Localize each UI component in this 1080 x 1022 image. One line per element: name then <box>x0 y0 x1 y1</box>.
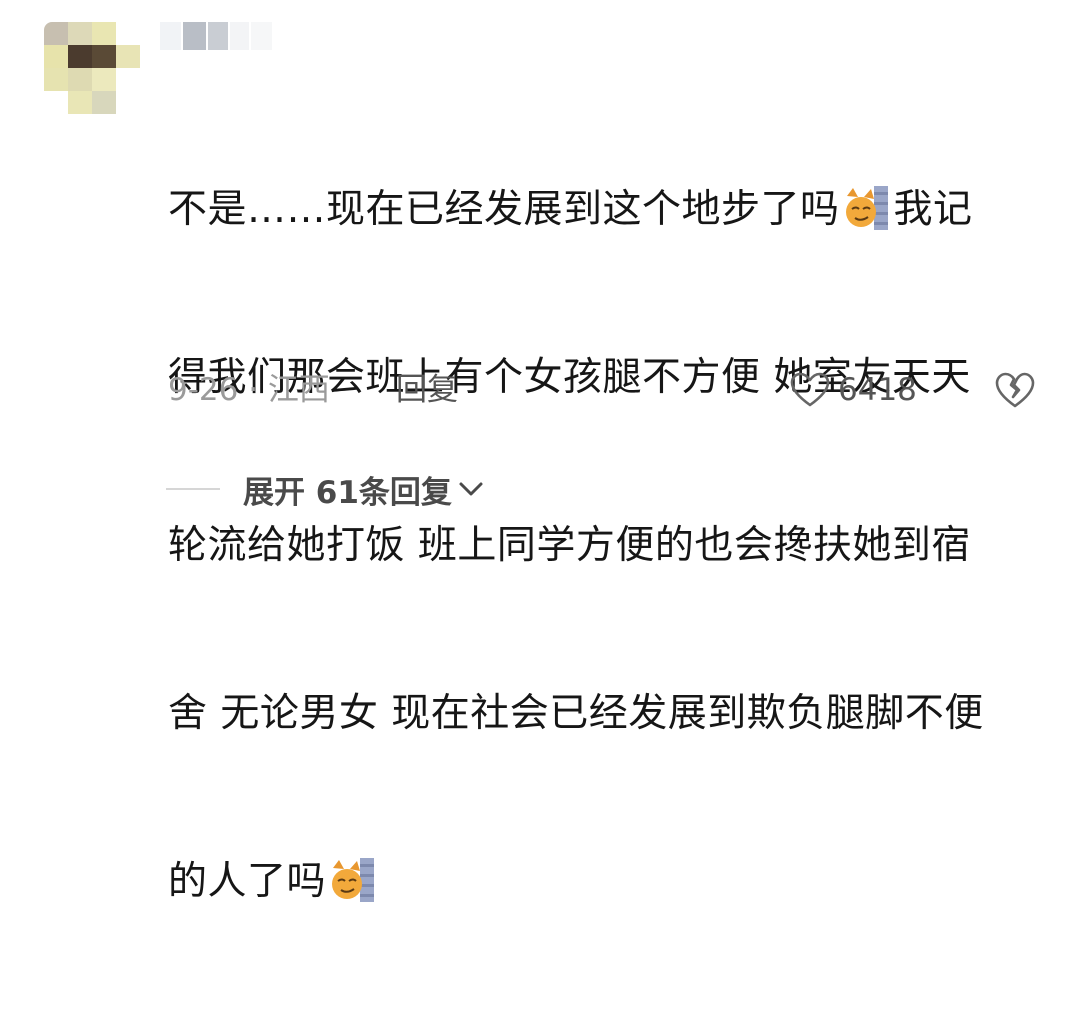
avatar[interactable] <box>44 22 140 114</box>
like-count: 6418 <box>838 372 917 408</box>
comment-line: 轮流给她打饭 班上同学方便的也会搀扶她到宿 <box>168 518 1048 574</box>
dislike-button[interactable] <box>993 366 1037 414</box>
reply-button[interactable]: 回复 <box>396 368 458 412</box>
comment-line-text: 不是……现在已经发展到这个地步了吗 <box>168 187 840 232</box>
comment-line-text: 的人了吗 <box>168 859 327 904</box>
username-blurred[interactable] <box>160 20 273 52</box>
comment-item: 不是……现在已经发展到这个地步了吗 我记 得我们那会班上有个女孩腿不方便 她室友… <box>0 0 1080 904</box>
cat-smug-emoji <box>845 186 888 230</box>
comment-line-text: 轮流给她打饭 班上同学方便的也会搀扶她到宿 <box>168 523 971 568</box>
comment-line-text: 舍 无论男女 现在社会已经发展到欺负腿脚不便 <box>168 691 984 736</box>
broken-heart-icon <box>995 372 1035 408</box>
comment-line: 的人了吗 <box>168 854 1048 910</box>
expand-replies-label: 展开 61条回复 <box>243 474 452 511</box>
comment-date-location: 9-26 · 江西 <box>168 372 330 408</box>
comment-line: 不是……现在已经发展到这个地步了吗 我记 <box>168 182 1048 238</box>
divider <box>166 488 220 490</box>
comment-text: 不是……现在已经发展到这个地步了吗 我记 得我们那会班上有个女孩腿不方便 她室友… <box>168 70 1048 1022</box>
expand-replies-button[interactable]: 展开 61条回复 <box>243 466 484 512</box>
like-button[interactable]: 6418 <box>790 366 917 414</box>
cat-smug-emoji <box>332 858 375 902</box>
heart-outline-icon <box>790 372 830 407</box>
chevron-down-icon <box>459 482 483 496</box>
comment-line-text: 我记 <box>893 187 973 232</box>
comment-line: 舍 无论男女 现在社会已经发展到欺负腿脚不便 <box>168 686 1048 742</box>
